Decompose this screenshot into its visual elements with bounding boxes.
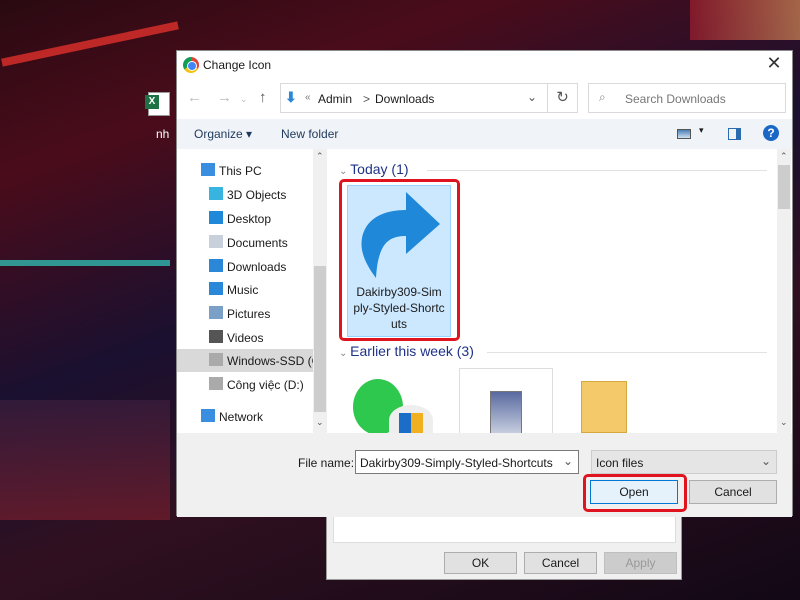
- sidebar-item[interactable]: 3D Objects: [177, 183, 313, 206]
- forward-arrow-icon[interactable]: →: [217, 89, 232, 106]
- sidebar-item-label: Music: [227, 283, 259, 297]
- change-icon-dialog: Change Icon ✕ ← → ⌄ ↑ ⬇ « Admin > Downlo…: [176, 50, 793, 517]
- organize-button[interactable]: Organize ▾: [194, 127, 252, 141]
- downloads-arrow-icon: ⬇: [285, 89, 297, 105]
- sidebar-item[interactable]: Downloads: [177, 255, 313, 278]
- cancel-button[interactable]: Cancel: [524, 552, 597, 574]
- sidebar-item-label: This PC: [219, 164, 262, 178]
- dialog-title: Change Icon: [203, 58, 272, 72]
- new-folder-button[interactable]: New folder: [281, 127, 338, 141]
- drive-icon: [209, 377, 223, 390]
- 3d-objects-icon: [209, 187, 223, 200]
- wallpaper-neon: [0, 400, 170, 520]
- sidebar-item-label: 3D Objects: [227, 188, 287, 202]
- recent-chevron-icon[interactable]: ⌄: [240, 94, 248, 105]
- ok-button[interactable]: OK: [444, 552, 517, 574]
- group-header-today[interactable]: ⌄ Today (1): [339, 161, 409, 177]
- file-name-label: File name:: [298, 456, 355, 470]
- downloads-icon: [209, 259, 223, 272]
- group-header-earlier[interactable]: ⌄ Earlier this week (3): [339, 343, 474, 359]
- sidebar-item[interactable]: Windows-SSD (C:): [177, 349, 313, 372]
- search-icon: ⌕: [599, 90, 606, 104]
- preview-pane-icon[interactable]: [728, 128, 741, 140]
- apply-button[interactable]: Apply: [604, 552, 677, 574]
- breadcrumb-admin[interactable]: Admin: [318, 92, 352, 106]
- excel-file-desktop-icon[interactable]: [145, 92, 176, 124]
- search-input[interactable]: ⌕ Search Downloads: [588, 83, 786, 113]
- back-arrow-icon[interactable]: ←: [187, 89, 202, 106]
- sidebar-item[interactable]: Documents: [177, 231, 313, 254]
- chrome-icon: [183, 57, 199, 73]
- navigation-pane: This PC 3D Objects Desktop Documents Downloa…: [177, 149, 313, 433]
- file-name-label: Dakirby309-Sim ply-Styled-Shortc uts: [353, 285, 445, 331]
- sidebar-item[interactable]: This PC: [177, 159, 313, 182]
- properties-dialog: OK Cancel Apply: [326, 516, 682, 580]
- help-icon[interactable]: ?: [763, 125, 779, 141]
- wallpaper-neon: [0, 260, 170, 266]
- installer-file-icon[interactable]: [459, 368, 553, 435]
- wallpaper-neon: [690, 0, 800, 40]
- nav-scrollbar[interactable]: ⌃ ⌄: [313, 149, 327, 433]
- pictures-icon: [209, 306, 223, 319]
- documents-icon: [209, 235, 223, 248]
- file-list: ⌄ Today (1) Dakirby309-Sim ply-Styled-Sh…: [327, 149, 777, 435]
- shield-icon: [389, 405, 433, 435]
- sidebar-item[interactable]: Network: [177, 405, 313, 428]
- search-placeholder: Search Downloads: [625, 92, 726, 106]
- dialog-footer: File name: Dakirby309-Simply-Styled-Shor…: [177, 433, 792, 517]
- open-button[interactable]: Open: [590, 480, 678, 504]
- sidebar-item-label: Pictures: [227, 307, 271, 321]
- breadcrumb-downloads[interactable]: Downloads: [375, 92, 434, 106]
- title-bar: Change Icon ✕: [177, 51, 792, 79]
- view-options-icon[interactable]: [677, 129, 691, 139]
- desktop-icon: [209, 211, 223, 224]
- chevron-down-icon: ⌄: [760, 454, 771, 468]
- content-scrollbar[interactable]: ⌃ ⌄: [777, 149, 791, 433]
- videos-icon: [209, 330, 223, 343]
- chevron-down-icon[interactable]: ⌄: [563, 454, 573, 468]
- sidebar-item-label: Network: [219, 410, 264, 424]
- music-icon: [209, 282, 223, 295]
- toolbar: Organize ▾ New folder ▾ ?: [177, 119, 792, 149]
- address-bar[interactable]: ⬇ « Admin > Downloads ⌄: [280, 83, 548, 113]
- desktop-icon-label: nh: [156, 127, 170, 141]
- file-name-input[interactable]: Dakirby309-Simply-Styled-Shortcuts ⌄: [355, 450, 579, 474]
- folder-file-icon[interactable]: [581, 381, 627, 433]
- sidebar-item-label: Videos: [227, 331, 264, 345]
- drive-icon: [209, 353, 223, 366]
- network-icon: [201, 409, 215, 422]
- sidebar-item-label: Downloads: [227, 260, 287, 274]
- scrollbar-thumb[interactable]: [314, 266, 326, 412]
- scrollbar-thumb[interactable]: [778, 165, 790, 209]
- sidebar-item[interactable]: Videos: [177, 326, 313, 349]
- up-arrow-icon[interactable]: ↑: [259, 89, 267, 106]
- sidebar-item-label: Công việc (D:): [227, 378, 304, 392]
- shortcut-arrow-icon: [361, 192, 440, 278]
- sidebar-item[interactable]: Công việc (D:): [177, 373, 313, 396]
- sidebar-item[interactable]: Pictures: [177, 302, 313, 325]
- file-type-select[interactable]: Icon files ⌄: [591, 450, 777, 474]
- chevron-down-icon[interactable]: ⌄: [527, 90, 537, 104]
- file-item-selected[interactable]: Dakirby309-Sim ply-Styled-Shortc uts: [347, 185, 451, 337]
- cancel-button[interactable]: Cancel: [689, 480, 777, 504]
- properties-panel: [333, 516, 676, 543]
- sidebar-item-label: Windows-SSD (C:): [227, 354, 313, 368]
- breadcrumb-separator: >: [363, 92, 371, 106]
- sidebar-item[interactable]: Music: [177, 278, 313, 301]
- wallpaper-neon: [1, 21, 179, 67]
- close-button[interactable]: ✕: [762, 53, 786, 75]
- sidebar-item-label: Documents: [227, 236, 288, 250]
- view-dropdown-icon[interactable]: ▾: [699, 125, 704, 136]
- pc-icon: [201, 163, 215, 176]
- refresh-button[interactable]: ↻: [548, 83, 578, 113]
- sidebar-item[interactable]: Desktop: [177, 207, 313, 230]
- breadcrumb-overflow[interactable]: «: [305, 92, 311, 103]
- excel-icon: [145, 92, 170, 116]
- sidebar-item-label: Desktop: [227, 212, 272, 226]
